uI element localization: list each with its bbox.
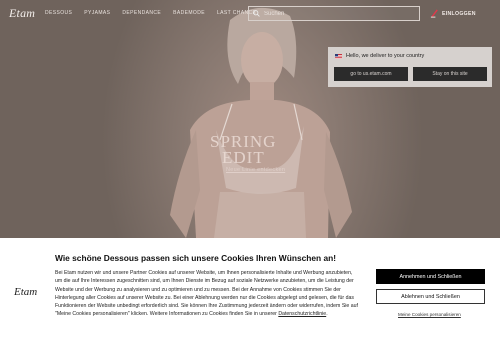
country-message-row: Hello, we deliver to your country (335, 53, 424, 59)
main-nav: DESSOUS PYJAMAS DEPENDANCE BADEMODE LAST… (45, 10, 256, 16)
country-popup: Hello, we deliver to your country go to … (328, 47, 492, 87)
site-logo[interactable]: Etam (9, 6, 35, 21)
country-message: Hello, we deliver to your country (346, 53, 425, 59)
accept-cookies-button[interactable]: Annehmen und Schließen (376, 269, 485, 284)
nav-item-dependance[interactable]: DEPENDANCE (122, 10, 161, 16)
us-flag-icon (335, 53, 342, 59)
stay-on-site-button[interactable]: Stay on this site (413, 67, 487, 81)
nav-item-pyjamas[interactable]: PYJAMAS (84, 10, 110, 16)
search-input[interactable] (264, 10, 414, 17)
user-icon (430, 9, 438, 18)
cookie-settings-link[interactable]: Meine Cookies personalisieren (398, 312, 461, 317)
hero-title: SPRING EDIT (210, 133, 310, 167)
cookie-text-end: . (326, 311, 328, 318)
hero-cta-link[interactable]: Neue Linie entdecken (226, 167, 285, 173)
cookie-banner: Etam Wie schöne Dessous passen sich unse… (0, 238, 500, 348)
site-header: Etam DESSOUS PYJAMAS DEPENDANCE BADEMODE… (0, 0, 500, 26)
login-label: EINLOGGEN (442, 10, 476, 17)
hero-title-line2: EDIT (222, 148, 265, 167)
login-button[interactable]: EINLOGGEN (430, 9, 476, 18)
cookie-text: Bei Etam nutzen wir und unsere Partner C… (55, 269, 360, 319)
search-box[interactable] (248, 6, 420, 21)
go-to-us-site-button[interactable]: go to us.etam.com (334, 67, 408, 81)
reject-cookies-button[interactable]: Ablehnen und Schließen (376, 289, 485, 304)
cookie-logo: Etam (14, 286, 38, 298)
privacy-policy-link[interactable]: Datenschutzrichtlinie (278, 311, 326, 317)
search-icon (253, 10, 260, 17)
cookie-title: Wie schöne Dessous passen sich unsere Co… (55, 253, 337, 263)
nav-item-bademode[interactable]: BADEMODE (173, 10, 205, 16)
nav-item-dessous[interactable]: DESSOUS (45, 10, 72, 16)
